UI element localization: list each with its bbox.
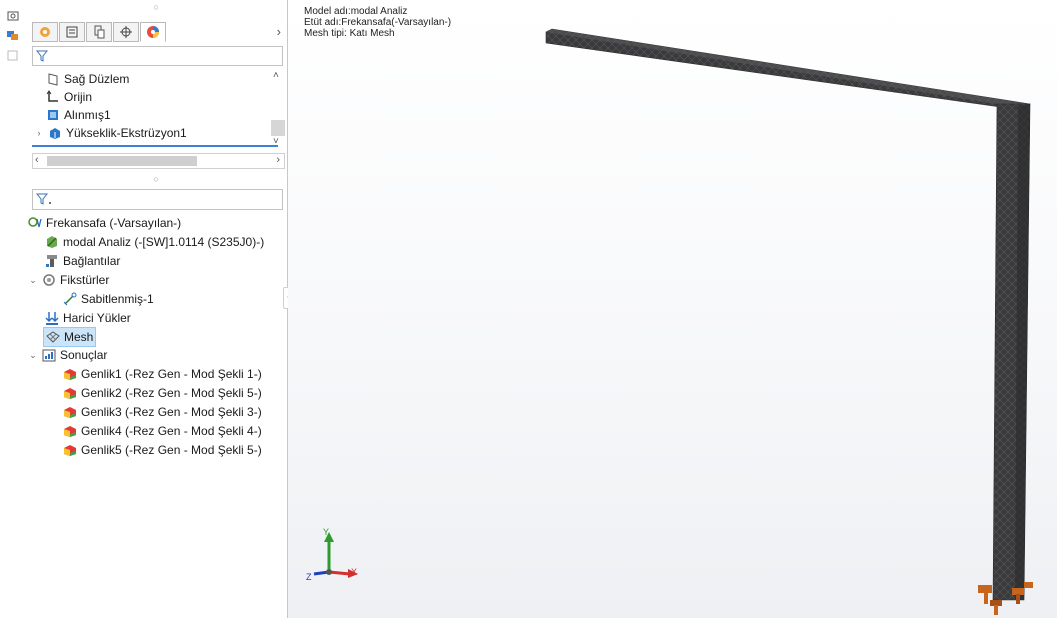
crosshair-icon bbox=[120, 26, 132, 38]
fixtures-label: Fikstürler bbox=[60, 273, 110, 287]
filter-dropdown-icon[interactable] bbox=[36, 193, 52, 206]
external-loads-label: Harici Yükler bbox=[63, 311, 131, 325]
study-node[interactable]: Frekansafa (-Varsayılan-) bbox=[28, 214, 181, 232]
amplitude-plot-icon bbox=[64, 388, 76, 399]
camera-icon[interactable] bbox=[7, 10, 19, 21]
property-manager-icon bbox=[66, 26, 78, 38]
origin-icon bbox=[46, 90, 58, 102]
study-filter-bar[interactable] bbox=[32, 189, 283, 210]
amplitude-plot-icon bbox=[64, 407, 76, 418]
results-folder-icon bbox=[42, 349, 56, 362]
part-node[interactable]: modal Analiz (-[SW]1.0114 (S235J0)-) bbox=[45, 233, 264, 251]
results-label: Sonuçlar bbox=[60, 348, 108, 362]
triad-y-label: Y bbox=[323, 527, 330, 537]
tree-item-label: Alınmış1 bbox=[64, 108, 111, 122]
feature-tree-vscroll[interactable]: ˄ ˅ bbox=[271, 70, 285, 148]
hidden-tool-icon bbox=[7, 50, 18, 61]
external-loads-icon bbox=[45, 312, 59, 325]
tree-item-imported[interactable]: Alınmış1 bbox=[46, 106, 111, 124]
result-item-label: Genlik2 (-Rez Gen - Mod Şekli 5-) bbox=[81, 386, 262, 400]
triad-x-label: X bbox=[351, 567, 358, 577]
result-item-label: Genlik4 (-Rez Gen - Mod Şekli 4-) bbox=[81, 424, 262, 438]
tab-dimxpert[interactable] bbox=[113, 22, 139, 42]
external-loads-node[interactable]: Harici Yükler bbox=[45, 309, 131, 327]
results-node[interactable]: ⌄ Sonuçlar bbox=[28, 346, 107, 364]
appearance-icon bbox=[147, 26, 159, 38]
result-item[interactable]: Genlik3 (-Rez Gen - Mod Şekli 3-) bbox=[63, 403, 262, 421]
scroll-down-icon[interactable]: ˅ bbox=[273, 136, 279, 147]
result-item-label: Genlik1 (-Rez Gen - Mod Şekli 1-) bbox=[81, 367, 262, 381]
study-label: Frekansafa (-Varsayılan-) bbox=[46, 216, 182, 230]
imported-body-icon bbox=[48, 110, 58, 120]
top-grip[interactable]: ○ bbox=[25, 2, 287, 12]
tabs-scroll-right-icon[interactable]: › bbox=[277, 24, 281, 39]
mesh-node[interactable]: Mesh bbox=[43, 327, 97, 347]
feature-tree: Sağ Düzlem Orijin Alınmış1 › Yükseklik-E… bbox=[32, 68, 283, 148]
part-material-icon bbox=[47, 236, 57, 248]
rollback-bar[interactable] bbox=[32, 145, 278, 147]
graphics-area[interactable]: Model adı:modal Analiz Etüt adı:Frekansa… bbox=[288, 0, 1057, 618]
result-item[interactable]: Genlik5 (-Rez Gen - Mod Şekli 5-) bbox=[63, 441, 262, 459]
tab-configuration-manager[interactable] bbox=[86, 22, 112, 42]
result-item-label: Genlik5 (-Rez Gen - Mod Şekli 5-) bbox=[81, 443, 262, 457]
amplitude-plot-icon bbox=[64, 426, 76, 437]
scroll-up-icon[interactable]: ˄ bbox=[273, 70, 279, 81]
connections-label: Bağlantılar bbox=[63, 254, 121, 268]
part-label: modal Analiz (-[SW]1.0114 (S235J0)-) bbox=[63, 235, 265, 249]
tree-item-label: Sağ Düzlem bbox=[64, 72, 130, 86]
expand-chevron-icon[interactable]: › bbox=[34, 124, 44, 142]
hscroll-thumb[interactable] bbox=[47, 156, 197, 166]
frequency-study-icon bbox=[28, 217, 42, 228]
simulation-tab-icon bbox=[40, 27, 50, 37]
tab-simulation[interactable] bbox=[32, 22, 58, 42]
panel-tabs: › bbox=[32, 22, 287, 44]
scroll-right-icon[interactable]: › bbox=[276, 154, 280, 166]
feature-manager-panel: ○ › Sağ Düzlem Orijin Alınmış1 › Yüksekl… bbox=[25, 0, 288, 618]
filter-icon[interactable] bbox=[36, 50, 48, 62]
configuration-icon bbox=[94, 25, 105, 39]
tree-item-extrude[interactable]: › Yükseklik-Ekstrüzyon1 bbox=[34, 124, 187, 142]
connections-icon bbox=[46, 255, 57, 267]
scroll-left-icon[interactable]: ‹ bbox=[35, 154, 39, 166]
plane-icon bbox=[48, 73, 58, 86]
collapse-chevron-icon[interactable]: ⌄ bbox=[28, 271, 38, 289]
splitter-grip[interactable]: ○ bbox=[25, 174, 287, 184]
fixtures-icon bbox=[43, 274, 55, 286]
mesh-label: Mesh bbox=[64, 330, 94, 344]
tab-display-manager[interactable] bbox=[140, 22, 166, 42]
feature-filter-bar[interactable] bbox=[32, 46, 283, 66]
fixtures-node[interactable]: ⌄ Fikstürler bbox=[28, 271, 109, 289]
result-item[interactable]: Genlik4 (-Rez Gen - Mod Şekli 4-) bbox=[63, 422, 262, 440]
tree-item-label: Orijin bbox=[64, 90, 93, 104]
scroll-thumb[interactable] bbox=[271, 120, 285, 136]
amplitude-plot-icon bbox=[64, 369, 76, 380]
triad-z-label: Z bbox=[306, 572, 312, 582]
fixed-label: Sabitlenmiş-1 bbox=[81, 292, 154, 306]
mesh-icon bbox=[46, 331, 60, 343]
connections-node[interactable]: Bağlantılar bbox=[45, 252, 120, 270]
result-item[interactable]: Genlik2 (-Rez Gen - Mod Şekli 5-) bbox=[63, 384, 262, 402]
tab-property-manager[interactable] bbox=[59, 22, 85, 42]
model-view[interactable] bbox=[288, 0, 1057, 618]
fixed-geometry-icon bbox=[63, 292, 77, 306]
tree-item-right-plane[interactable]: Sağ Düzlem bbox=[46, 70, 129, 88]
extrude-icon bbox=[50, 128, 60, 139]
fixed-node[interactable]: Sabitlenmiş-1 bbox=[63, 290, 154, 308]
tree-item-origin[interactable]: Orijin bbox=[46, 88, 92, 106]
tree-item-label: Yükseklik-Ekstrüzyon1 bbox=[66, 126, 187, 140]
amplitude-plot-icon bbox=[64, 445, 76, 456]
left-toolbar bbox=[0, 0, 24, 618]
result-item-label: Genlik3 (-Rez Gen - Mod Şekli 3-) bbox=[81, 405, 262, 419]
mesh-beam-top-face bbox=[546, 29, 1030, 108]
collapse-chevron-icon[interactable]: ⌄ bbox=[28, 346, 38, 364]
feature-tree-hscroll[interactable]: ‹ › bbox=[32, 153, 285, 169]
display-manager-icon[interactable] bbox=[7, 30, 19, 41]
result-item[interactable]: Genlik1 (-Rez Gen - Mod Şekli 1-) bbox=[63, 365, 262, 383]
